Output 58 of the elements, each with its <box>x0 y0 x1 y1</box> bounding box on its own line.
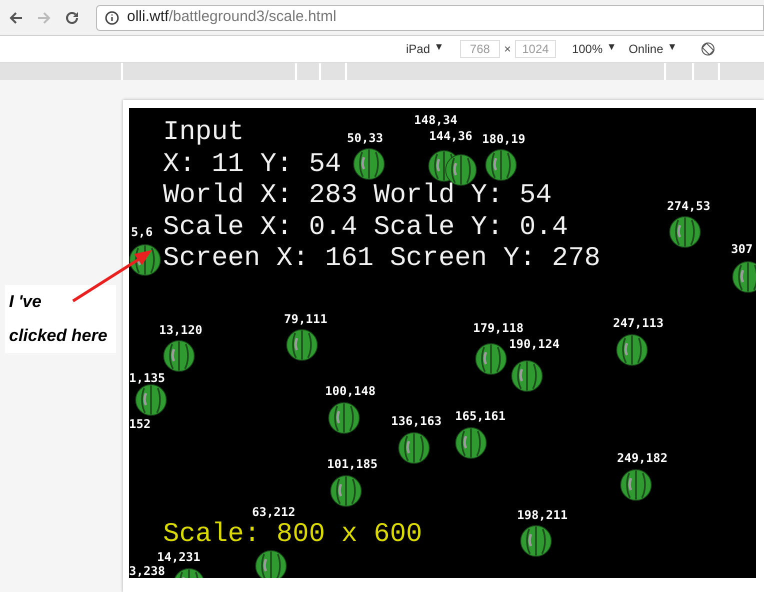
times-sign: × <box>504 41 511 58</box>
sprite-label: 190,124 <box>509 338 560 350</box>
hud-text: Scale X: 0.4 Scale Y: 0.4 <box>163 212 568 244</box>
sprite-label: 14,231 <box>157 551 200 563</box>
sprite-label: 180,19 <box>482 133 526 145</box>
watermelon-icon <box>668 215 702 249</box>
watermelon-icon <box>619 468 653 502</box>
watermelon-icon <box>329 474 363 508</box>
watermelon-icon <box>327 401 361 435</box>
sprite-label: 274,53 <box>667 200 710 212</box>
sprite-label: 198,211 <box>517 509 568 521</box>
sprite-label: 249,182 <box>617 452 668 464</box>
sprite-label: 148,34 <box>414 114 458 126</box>
sprite-label: 165,161 <box>455 410 506 422</box>
info-icon[interactable] <box>105 10 119 24</box>
sprite-label: 307 <box>731 243 753 255</box>
sprite-label: 79,111 <box>284 313 328 325</box>
back-icon[interactable] <box>8 10 24 26</box>
reload-icon[interactable] <box>64 10 80 26</box>
watermelon-icon <box>615 333 649 367</box>
hud-text: Screen X: 161 Screen Y: 278 <box>163 244 600 276</box>
sprite-label: 247,113 <box>613 317 664 329</box>
watermelon-icon <box>519 524 553 558</box>
sprite-label: 101,185 <box>327 458 378 470</box>
sprite-label: 13,120 <box>159 324 202 336</box>
watermelon-icon <box>352 147 386 181</box>
url-text: olli.wtf/battleground3/scale.html <box>127 7 336 28</box>
watermelon-icon <box>484 148 518 182</box>
scale-text: Scale: 800 x 600 <box>163 522 422 549</box>
annotation-text: clicked here <box>9 325 108 348</box>
watermelon-icon <box>397 431 431 465</box>
watermelon-icon <box>134 383 168 417</box>
sprite-label: 136,163 <box>391 415 442 427</box>
sprite-label: 152 <box>129 418 151 430</box>
watermelon-icon <box>731 260 756 294</box>
watermelon-icon <box>285 328 319 362</box>
sprite-label: 3,238 <box>129 565 166 577</box>
annotation-text: I 've <box>9 291 42 314</box>
sprite-label: 50,33 <box>347 132 384 144</box>
watermelon-icon <box>254 549 288 578</box>
hud-text: X: 11 Y: 54 <box>163 150 342 181</box>
sprite-label: 1,135 <box>129 372 166 384</box>
address-bar[interactable]: olli.wtf/battleground3/scale.html <box>96 4 764 30</box>
sprite-label: 5,6 <box>131 226 153 238</box>
watermelon-icon <box>474 342 508 376</box>
watermelon-icon <box>454 426 488 460</box>
network-dropdown[interactable]: Online ▼ <box>628 40 678 58</box>
sprite-label: 179,118 <box>473 322 524 334</box>
hud-text: Input <box>163 118 244 150</box>
sprite-label: 144,36 <box>429 130 472 142</box>
device-dropdown[interactable]: iPad ▼ <box>406 40 444 58</box>
rotate-icon[interactable] <box>701 42 716 56</box>
watermelon-icon <box>162 339 196 373</box>
hud-text: World X: 283 World Y: 54 <box>163 181 552 212</box>
zoom-dropdown[interactable]: 100% ▼ <box>572 40 617 58</box>
sprite-label: 100,148 <box>325 385 376 397</box>
sprite-label: 63,212 <box>252 506 296 518</box>
watermelon-icon <box>510 359 544 393</box>
